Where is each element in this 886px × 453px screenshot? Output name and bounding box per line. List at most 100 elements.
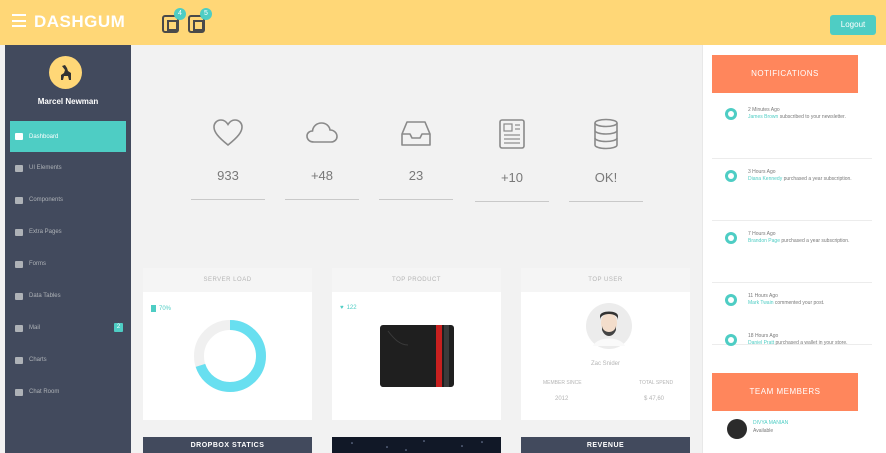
notification-time: 2 Minutes Ago [748, 107, 780, 113]
inbox-badge: 5 [200, 8, 212, 20]
notification-user-link[interactable]: Brandon Page [748, 238, 780, 244]
table-icon [15, 292, 23, 300]
menu-toggle-icon[interactable] [12, 14, 26, 27]
team-members-title: TEAM MEMBERS [712, 373, 858, 411]
notification-user-link[interactable]: Diana Kennedy [748, 176, 782, 182]
stat-database: OK! [568, 118, 644, 202]
notification-time: 11 Hours Ago [748, 293, 778, 299]
notification-user-link[interactable]: James Brown [748, 114, 778, 120]
panel-title: TOP USER [521, 268, 690, 292]
sidebar-item-chat-room[interactable]: Chat Room [5, 376, 131, 408]
sidebar-item-label: Dashboard [29, 133, 59, 140]
sidebar-item-charts[interactable]: Charts [5, 344, 131, 376]
team-member-avatar [727, 419, 747, 439]
revenue-panel: REVENUE [521, 437, 690, 453]
stat-divider [475, 201, 549, 202]
sidebar-item-data-tables[interactable]: Data Tables [5, 280, 131, 312]
sidebar-item-dashboard[interactable]: Dashboard [10, 121, 126, 152]
top-user-panel: TOP USER Zac Snider MEMBER SINCE TOTAL S… [521, 268, 690, 420]
notification-user-link[interactable]: Daniel Pratt [748, 340, 774, 346]
tasks-badge: 4 [174, 8, 186, 20]
clock-icon [725, 108, 737, 120]
app-logo[interactable]: DASHGUM [34, 12, 125, 32]
stat-divider [191, 199, 265, 200]
weather-panel [332, 437, 501, 453]
notification-text: subscribed to your newsletter. [779, 114, 846, 120]
inbox-notifications-icon[interactable]: 5 [188, 8, 212, 33]
notification-text: commented your post. [774, 300, 825, 306]
stat-likes: 933 [190, 118, 266, 200]
sidebar-item-forms[interactable]: Forms [5, 248, 131, 280]
team-member-name[interactable]: DIVYA MANIAN [753, 420, 788, 426]
notification-time: 7 Hours Ago [748, 231, 776, 237]
sidebar-nav: Dashboard UI Elements Components Extra P… [5, 121, 131, 408]
tasks-list-icon [15, 260, 23, 268]
stat-value: +48 [310, 168, 334, 183]
top-product-panel: TOP PRODUCT ♥ 122 [332, 268, 501, 420]
notification-text: purchased a year subscription. [781, 238, 850, 244]
user-avatar[interactable] [49, 56, 82, 89]
notification-user-link[interactable]: Mark Twain [748, 300, 773, 306]
notification-item[interactable]: 3 Hours Ago Diana Kennedy purchased a ye… [712, 159, 872, 221]
tasks-icon[interactable]: 4 [162, 8, 186, 33]
notification-item[interactable]: 7 Hours Ago Brandon Page purchased a yea… [712, 221, 872, 283]
team-member-status: Available [753, 428, 774, 434]
mail-icon [15, 324, 23, 332]
stat-divider [379, 199, 453, 200]
heart-small-icon: ♥ [340, 305, 344, 311]
storage-icon [151, 305, 156, 312]
total-spend-value: $ 47,60 [644, 396, 665, 402]
database-icon [594, 118, 618, 150]
notification-item[interactable]: 18 Hours Ago Daniel Pratt purchased a wa… [712, 323, 872, 379]
notification-item[interactable]: 2 Minutes Ago James Brown subscribed to … [712, 97, 872, 159]
top-user-name: Zac Snider [590, 361, 620, 367]
clock-icon [725, 232, 737, 244]
clock-icon [725, 294, 737, 306]
sidebar-item-label: Charts [29, 357, 47, 363]
clock-icon [725, 334, 737, 346]
server-load-panel: SERVER LOAD 70% [143, 268, 312, 420]
sidebar-item-ui-elements[interactable]: UI Elements [5, 152, 131, 184]
server-load-donut [194, 320, 266, 392]
stat-divider [285, 199, 359, 200]
sidebar-item-label: UI Elements [29, 165, 62, 171]
stat-divider [569, 201, 643, 202]
sidebar-item-label: Extra Pages [29, 229, 62, 235]
notifications-title: NOTIFICATIONS [712, 55, 858, 93]
logout-button[interactable]: Logout [830, 15, 876, 35]
member-since-label: MEMBER SINCE [543, 380, 582, 386]
sidebar-item-mail[interactable]: Mail 2 [5, 312, 131, 344]
sidebar-item-label: Forms [29, 261, 46, 267]
wallet-image [380, 325, 454, 387]
panel-title: TOP PRODUCT [332, 268, 501, 292]
notification-time: 3 Hours Ago [748, 169, 776, 175]
sidebar-item-extra-pages[interactable]: Extra Pages [5, 216, 131, 248]
server-load-stat: 70% [151, 305, 171, 312]
desktop-icon [15, 164, 23, 172]
top-user-avatar[interactable] [585, 302, 633, 350]
stat-value: OK! [594, 170, 618, 185]
cloud-icon [306, 122, 338, 143]
stat-value: +10 [500, 170, 524, 185]
user-name: Marcel Newman [37, 97, 99, 106]
member-since-value: 2012 [555, 396, 569, 402]
notification-text: purchased a wallet in your store. [775, 340, 848, 346]
sidebar-item-label: Chat Room [29, 389, 60, 395]
cogs-icon [15, 196, 23, 204]
newspaper-icon [499, 119, 525, 149]
bar-chart-icon [15, 356, 23, 364]
comments-icon [15, 388, 23, 396]
avatar-figure-icon [60, 64, 71, 80]
notifications-column: NOTIFICATIONS 2 Minutes Ago James Brown … [702, 45, 886, 453]
stat-inbox: 23 [378, 118, 454, 200]
notification-time: 18 Hours Ago [748, 333, 779, 339]
sidebar: Marcel Newman Dashboard UI Elements Comp… [5, 45, 131, 453]
sidebar-item-label: Components [29, 197, 64, 203]
sidebar-item-components[interactable]: Components [5, 184, 131, 216]
panel-title: SERVER LOAD [143, 268, 312, 292]
stat-cloud: +48 [284, 118, 360, 200]
stat-value: 933 [217, 168, 239, 183]
mail-count-badge: 2 [114, 323, 123, 332]
total-spend-label: TOTAL SPEND [639, 380, 674, 386]
sidebar-item-label: Data Tables [29, 293, 61, 299]
